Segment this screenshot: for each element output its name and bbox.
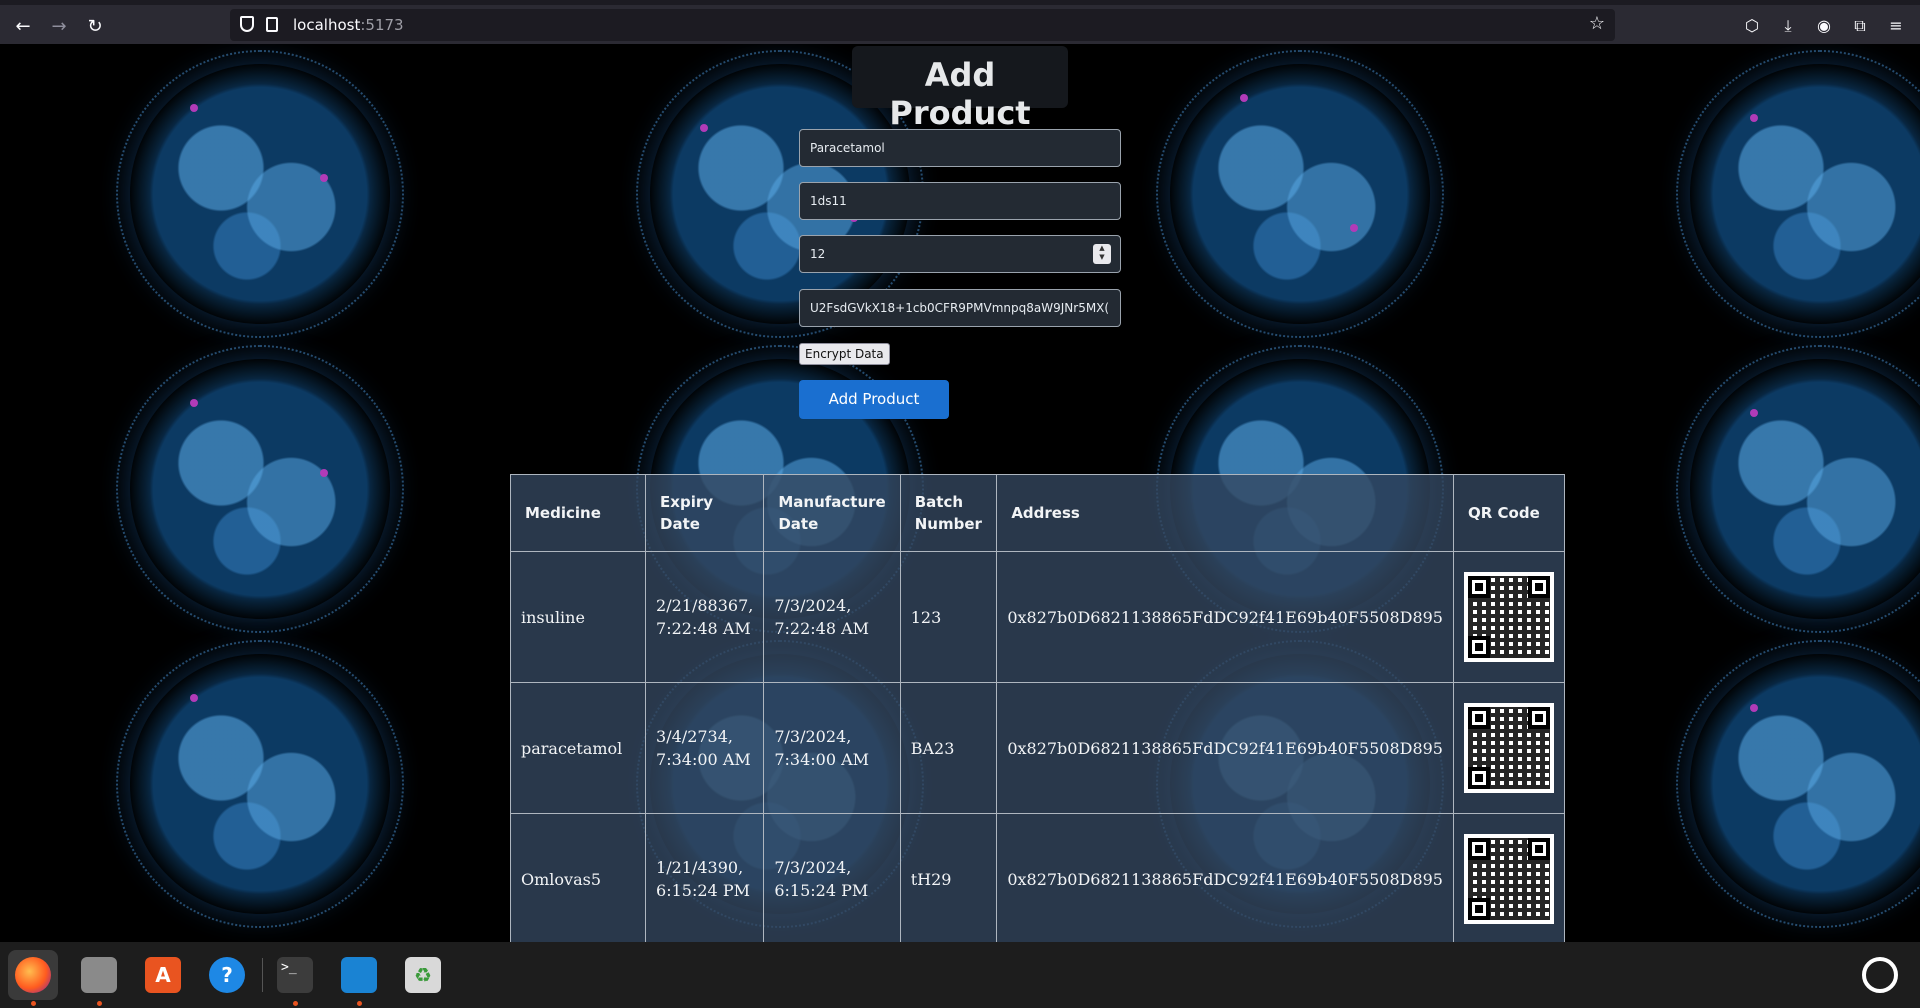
table-header-row: Medicine Expiry Date Manufacture Date Ba… (509, 474, 1565, 552)
cell-batch-number: BA23 (899, 682, 998, 814)
cell-batch-number: 123 (899, 551, 998, 683)
cell-expiry-date: 2/21/88367, 7:22:48 AM (645, 551, 765, 683)
cell-qr-code (1453, 551, 1565, 683)
encrypted-data-input[interactable]: U2FsdGVkX18+1cb0CFR9PMVmnpq8aW9JNr5MX( (799, 289, 1121, 327)
vscode-icon (341, 957, 377, 993)
shield-icon[interactable] (240, 16, 254, 32)
qr-code-image (1464, 572, 1554, 662)
cell-manufacture-date: 7/3/2024, 7:34:00 AM (763, 682, 901, 814)
products-table: Medicine Expiry Date Manufacture Date Ba… (509, 474, 1565, 942)
url-text[interactable]: localhost:5173 (293, 16, 404, 34)
running-indicator (357, 1001, 362, 1006)
cell-address: 0x827b0D6821138865FdDC92f41E69b40F5508D8… (996, 813, 1454, 942)
page-title: Add Product (889, 56, 1031, 132)
globe-background-image (1156, 50, 1444, 338)
cell-qr-code (1453, 813, 1565, 942)
downloads-icon[interactable]: ⤓ (1778, 16, 1798, 36)
cell-batch-number: tH29 (899, 813, 998, 942)
page-info-icon[interactable] (266, 17, 278, 32)
address-bar[interactable]: localhost:5173 ☆ (230, 9, 1615, 41)
terminal-icon: >_ (277, 957, 313, 993)
browser-toolbar: ← → ↻ localhost:5173 ☆ ⬡ ⤓ ◉ ⧉ ≡ (0, 0, 1920, 44)
cell-manufacture-date: 7/3/2024, 6:15:24 PM (763, 813, 901, 942)
url-host: localhost (293, 16, 361, 34)
qr-code-image (1464, 703, 1554, 793)
globe-background-image (1676, 640, 1920, 928)
cell-qr-code (1453, 682, 1565, 814)
globe-background-image (1676, 345, 1920, 633)
encrypt-data-button[interactable]: Encrypt Data (799, 343, 890, 365)
medicine-name-input[interactable]: Paracetamol (799, 129, 1121, 167)
running-indicator (31, 1001, 36, 1006)
back-icon[interactable]: ← (10, 14, 36, 40)
url-port: :5173 (360, 16, 404, 34)
column-header-expiry-date: Expiry Date (645, 474, 765, 552)
files-icon (81, 957, 117, 993)
pocket-icon[interactable]: ⬡ (1742, 16, 1762, 36)
globe-background-image (1676, 50, 1920, 338)
batch-number-input[interactable]: 1ds11 (799, 182, 1121, 220)
cell-expiry-date: 1/21/4390, 6:15:24 PM (645, 813, 765, 942)
table-row: Omlovas5 1/21/4390, 6:15:24 PM 7/3/2024,… (509, 813, 1565, 942)
reload-icon[interactable]: ↻ (82, 14, 108, 40)
cell-address: 0x827b0D6821138865FdDC92f41E69b40F5508D8… (996, 682, 1454, 814)
quantity-input[interactable]: 12 ▲ ▼ (799, 235, 1121, 273)
page-content: Add Product Paracetamol 1ds11 12 ▲ ▼ U2Fs… (0, 44, 1920, 942)
show-apps-icon[interactable] (1862, 957, 1898, 993)
table-row: insuline 2/21/88367, 7:22:48 AM 7/3/2024… (509, 551, 1565, 683)
globe-background-image (116, 50, 404, 338)
firefox-icon (15, 957, 51, 993)
dock-item-trash[interactable]: ♻ (398, 950, 448, 1000)
column-header-qr-code: QR Code (1453, 474, 1565, 552)
cell-manufacture-date: 7/3/2024, 7:22:48 AM (763, 551, 901, 683)
help-icon: ? (209, 957, 245, 993)
column-header-manufacture-date: Manufacture Date (763, 474, 901, 552)
quantity-stepper[interactable]: ▲ ▼ (1093, 244, 1111, 264)
dock-item-help[interactable]: ? (202, 950, 252, 1000)
extensions-icon[interactable]: ⧉ (1850, 16, 1870, 36)
cell-expiry-date: 3/4/2734, 7:34:00 AM (645, 682, 765, 814)
column-header-batch-number: Batch Number (899, 474, 998, 552)
add-product-button[interactable]: Add Product (799, 380, 949, 419)
app-center-icon: A (145, 957, 181, 993)
dock-item-firefox[interactable] (8, 950, 58, 1006)
title-container: Add Product (852, 46, 1068, 132)
dock-item-app-center[interactable]: A (138, 950, 188, 1000)
table-row: paracetamol 3/4/2734, 7:34:00 AM 7/3/202… (509, 682, 1565, 814)
column-header-medicine: Medicine (509, 474, 647, 552)
running-indicator (97, 1001, 102, 1006)
dock-item-files[interactable] (74, 950, 124, 1006)
globe-background-image (116, 345, 404, 633)
dock-item-vscode[interactable] (334, 950, 384, 1006)
cell-medicine: insuline (509, 551, 647, 683)
menu-icon[interactable]: ≡ (1886, 16, 1906, 36)
dock: A ? >_ ♻ (0, 942, 1920, 1008)
qr-code-image (1464, 834, 1554, 924)
cell-address: 0x827b0D6821138865FdDC92f41E69b40F5508D8… (996, 551, 1454, 683)
quantity-value: 12 (810, 247, 826, 261)
cell-medicine: paracetamol (509, 682, 647, 814)
running-indicator (293, 1001, 298, 1006)
dock-item-terminal[interactable]: >_ (270, 950, 320, 1006)
forward-icon[interactable]: → (46, 14, 72, 40)
bookmark-star-icon[interactable]: ☆ (1589, 13, 1605, 34)
column-header-address: Address (996, 474, 1454, 552)
trash-icon: ♻ (405, 957, 441, 993)
dock-separator (262, 958, 263, 992)
cell-medicine: Omlovas5 (509, 813, 647, 942)
globe-background-image (116, 640, 404, 928)
account-icon[interactable]: ◉ (1814, 16, 1834, 36)
